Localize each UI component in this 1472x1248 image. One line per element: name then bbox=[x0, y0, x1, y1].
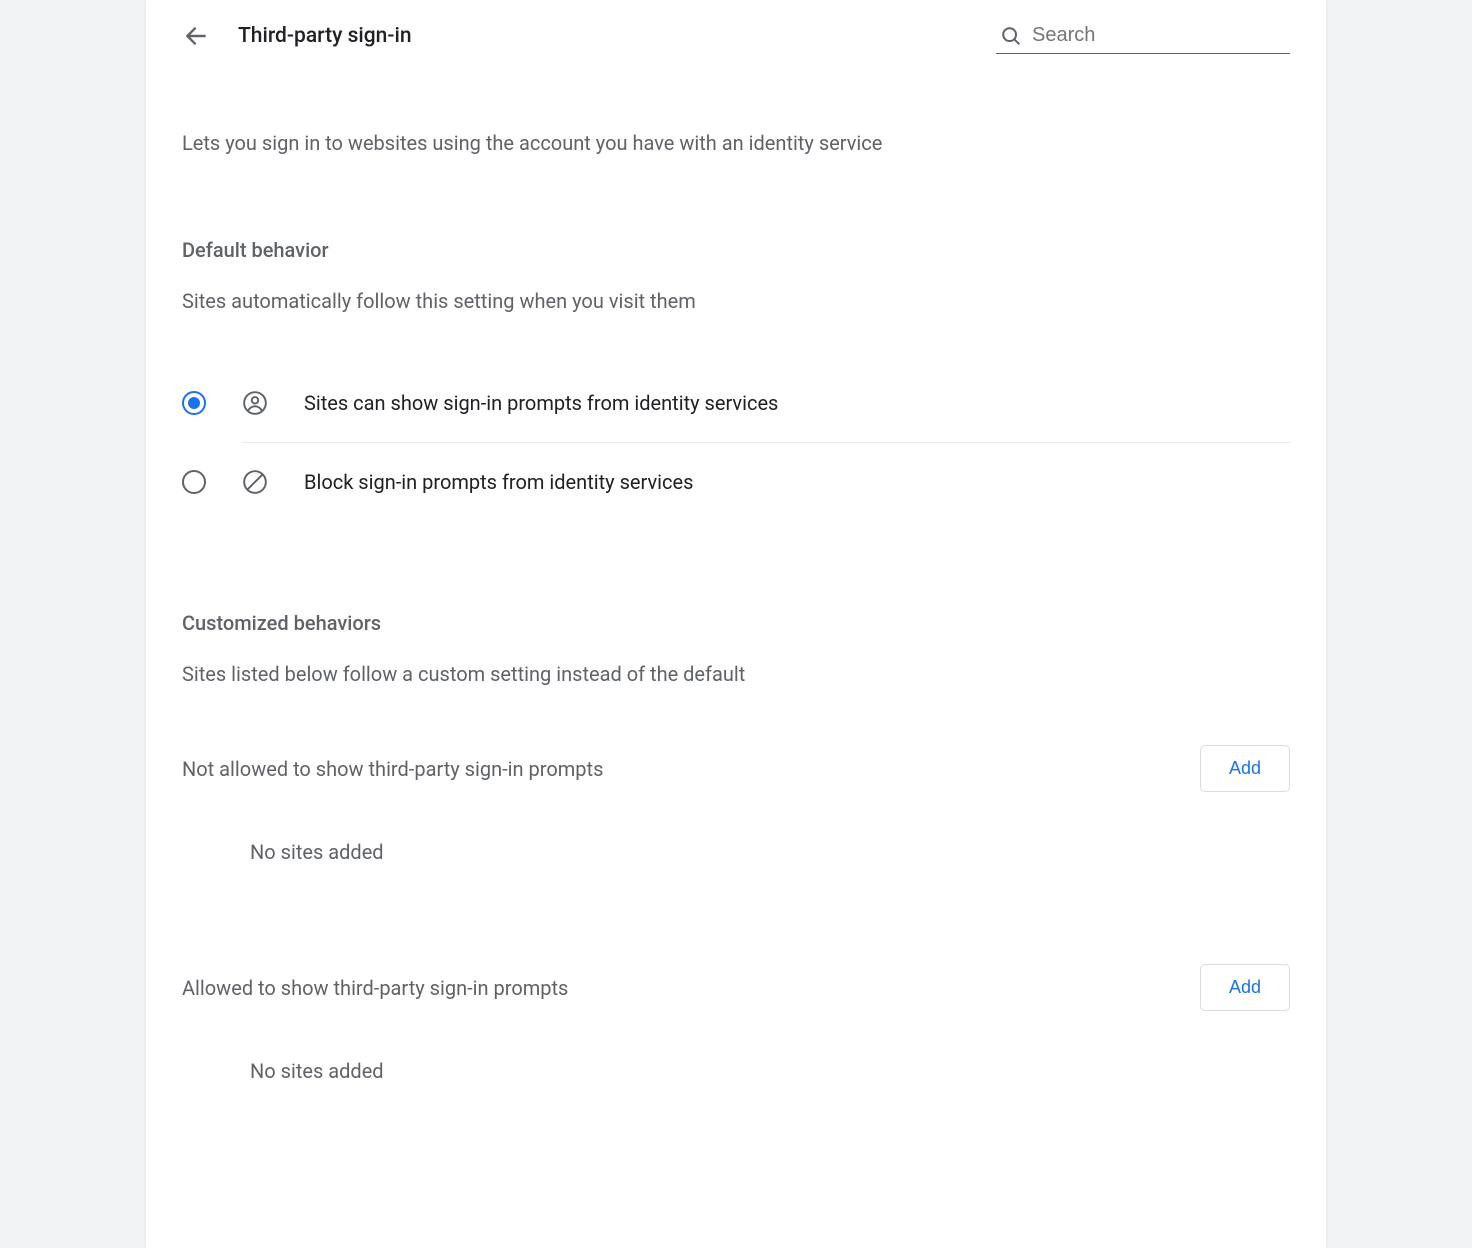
search-icon bbox=[1000, 25, 1022, 47]
settings-page: Third-party sign-in Lets you sign in to … bbox=[146, 0, 1326, 1248]
radio-label: Block sign-in prompts from identity serv… bbox=[304, 470, 693, 494]
add-allowed-button[interactable]: Add bbox=[1200, 964, 1290, 1011]
back-button[interactable] bbox=[182, 22, 210, 50]
allowed-list-header: Allowed to show third-party sign-in prom… bbox=[182, 964, 1290, 1011]
page-title: Third-party sign-in bbox=[238, 24, 412, 48]
add-not-allowed-button[interactable]: Add bbox=[1200, 745, 1290, 792]
page-header: Third-party sign-in bbox=[146, 0, 1326, 72]
not-allowed-list-header: Not allowed to show third-party sign-in … bbox=[182, 745, 1290, 792]
radio-button[interactable] bbox=[182, 470, 206, 494]
allowed-list-title: Allowed to show third-party sign-in prom… bbox=[182, 976, 568, 1000]
radio-option-block[interactable]: Block sign-in prompts from identity serv… bbox=[182, 443, 1290, 521]
arrow-left-icon bbox=[183, 23, 209, 49]
customized-behaviors-description: Sites listed below follow a custom setti… bbox=[182, 659, 1290, 689]
radio-button[interactable] bbox=[182, 391, 206, 415]
radio-label: Sites can show sign-in prompts from iden… bbox=[304, 391, 778, 415]
not-allowed-list-title: Not allowed to show third-party sign-in … bbox=[182, 757, 603, 781]
radio-option-allow[interactable]: Sites can show sign-in prompts from iden… bbox=[182, 364, 1290, 442]
default-behavior-description: Sites automatically follow this setting … bbox=[182, 286, 1290, 316]
customized-behaviors-title: Customized behaviors bbox=[182, 611, 1290, 635]
customized-behaviors-section: Customized behaviors Sites listed below … bbox=[182, 611, 1290, 1083]
block-icon bbox=[242, 469, 268, 495]
default-behavior-title: Default behavior bbox=[182, 238, 1290, 262]
person-circle-icon bbox=[242, 390, 268, 416]
default-behavior-section: Default behavior Sites automatically fol… bbox=[182, 238, 1290, 521]
not-allowed-empty-text: No sites added bbox=[250, 840, 1290, 864]
radio-group: Sites can show sign-in prompts from iden… bbox=[182, 364, 1290, 521]
allowed-empty-text: No sites added bbox=[250, 1059, 1290, 1083]
page-content: Lets you sign in to websites using the a… bbox=[146, 128, 1326, 1083]
page-description: Lets you sign in to websites using the a… bbox=[182, 128, 1290, 158]
search-input[interactable] bbox=[1032, 24, 1286, 47]
search-container[interactable] bbox=[996, 18, 1290, 54]
